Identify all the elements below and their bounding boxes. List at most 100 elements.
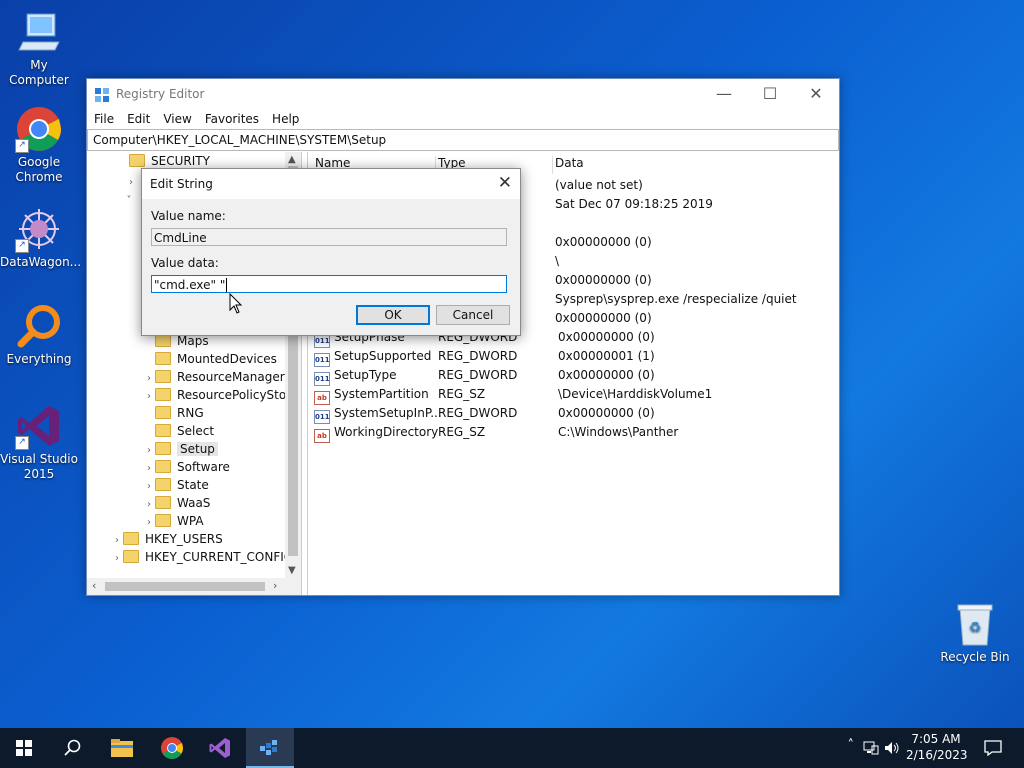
shortcut-arrow-icon: ↗ <box>15 436 29 450</box>
desktop-icon-label: DataWagon... <box>0 255 82 269</box>
value-row[interactable]: 011 SetupType REG_DWORD 0x00000000 (0) <box>314 366 655 386</box>
taskbar-visual-studio[interactable] <box>196 728 244 768</box>
folder-icon <box>123 550 139 563</box>
search-icon <box>64 739 81 756</box>
desktop-icon-recycle-bin[interactable]: ♻ Recycle Bin <box>936 600 1014 665</box>
desktop-icon-everything[interactable]: Everything <box>0 302 78 367</box>
taskbar-chrome[interactable] <box>148 728 196 768</box>
tree-item[interactable]: Select <box>143 422 214 440</box>
tree-item[interactable]: RNG <box>143 404 204 422</box>
maximize-icon: ☐ <box>762 84 778 103</box>
dialog-title-bar[interactable]: Edit String ✕ <box>142 169 520 199</box>
value-name-field: CmdLine <box>151 228 507 246</box>
dword-value-icon: 011 <box>314 334 330 348</box>
tree-item[interactable]: › HKEY_USERS <box>111 530 223 548</box>
network-icon[interactable] <box>863 741 879 755</box>
value-data[interactable]: Sysprep\sysprep.exe /respecialize /quiet <box>555 290 797 309</box>
tree-item[interactable]: › WPA <box>143 512 204 530</box>
close-icon: ✕ <box>809 84 823 103</box>
chrome-icon <box>161 737 183 759</box>
tree-item[interactable]: › WaaS <box>143 494 210 512</box>
tree-collapse-arrow[interactable]: ˅ <box>123 190 135 208</box>
ok-button[interactable]: OK <box>356 305 430 325</box>
value-row[interactable]: ab WorkingDirectoryREG_SZ C:\Windows\Panth… <box>314 423 678 443</box>
recycle-bin-icon: ♻ <box>951 600 999 648</box>
minimize-icon: — <box>716 84 732 103</box>
folder-icon <box>155 370 171 383</box>
scroll-right-icon[interactable]: › <box>273 579 277 592</box>
string-value-icon: ab <box>314 391 330 405</box>
volume-icon[interactable] <box>884 741 900 755</box>
title-bar[interactable]: Registry Editor — ☐ ✕ <box>87 79 839 109</box>
start-button[interactable] <box>0 728 48 768</box>
tree-item[interactable]: › ResourcePolicyStore <box>143 386 298 404</box>
shortcut-arrow-icon: ↗ <box>15 239 29 253</box>
column-header-data[interactable]: Data <box>552 156 584 174</box>
value-row[interactable]: 011 SystemSetupInP...REG_DWORD 0x00000000 … <box>314 404 655 424</box>
clock-date: 2/16/2023 <box>906 748 968 762</box>
value-data[interactable]: 0x00000000 (0) <box>555 271 652 290</box>
tree-horizontal-scrollbar[interactable]: ‹ › <box>87 578 301 595</box>
desktop-icon-google-chrome[interactable]: ↗ Google Chrome <box>0 105 78 185</box>
folder-icon <box>155 496 171 509</box>
tree-item[interactable]: MountedDevices <box>143 350 277 368</box>
scroll-down-icon[interactable]: ▼ <box>288 565 296 576</box>
scroll-left-icon[interactable]: ‹ <box>92 579 96 592</box>
registry-editor-window: Registry Editor — ☐ ✕ File Edit View Favori… <box>86 78 840 596</box>
folder-icon <box>111 739 133 757</box>
minimize-button[interactable]: — <box>701 79 747 109</box>
chevron-down-icon: ˅ <box>126 195 132 206</box>
value-data[interactable]: 0x00000000 (0) <box>555 309 652 328</box>
notification-icon[interactable] <box>984 740 1002 756</box>
visual-studio-icon: ↗ <box>15 402 63 450</box>
scrollbar-thumb[interactable] <box>105 582 265 591</box>
maximize-button[interactable]: ☐ <box>747 79 793 109</box>
tree-item[interactable]: › ResourceManager <box>143 368 285 386</box>
search-button[interactable] <box>48 728 96 768</box>
menu-help[interactable]: Help <box>265 109 305 126</box>
close-button[interactable]: ✕ <box>793 79 839 109</box>
menu-favorites[interactable]: Favorites <box>198 109 265 126</box>
folder-icon <box>155 514 171 527</box>
clock[interactable]: 7:05 AM 2/16/2023 <box>906 732 968 762</box>
mouse-pointer-icon <box>229 293 243 314</box>
tree-item[interactable]: › Software <box>143 458 230 476</box>
computer-icon <box>15 8 63 56</box>
value-name-label: Value name: <box>151 209 226 223</box>
dword-value-icon: 011 <box>314 372 330 386</box>
cancel-button[interactable]: Cancel <box>436 305 510 325</box>
tree-item[interactable]: › State <box>143 476 209 494</box>
menu-edit[interactable]: Edit <box>120 109 156 126</box>
chevron-up-icon[interactable]: ˄ <box>848 738 855 753</box>
value-data-input[interactable]: "cmd.exe" " <box>151 275 507 293</box>
menu-view[interactable]: View <box>156 109 197 126</box>
folder-icon <box>155 442 171 455</box>
desktop-icon-label: Everything <box>6 352 72 366</box>
scroll-up-icon[interactable]: ▲ <box>288 154 296 165</box>
value-data[interactable]: (value not set) <box>555 176 643 195</box>
edit-string-dialog: Edit String ✕ Value name: CmdLine Value … <box>141 168 521 336</box>
tree-expand-arrow[interactable]: › <box>125 172 137 190</box>
datawagon-icon: ↗ <box>15 205 63 253</box>
window-title: Registry Editor <box>116 87 205 101</box>
value-row[interactable]: 011 SetupSupported REG_DWORD 0x00000001 (1) <box>314 347 655 367</box>
address-bar[interactable]: Computer\HKEY_LOCAL_MACHINE\SYSTEM\Setup <box>87 129 839 151</box>
value-data[interactable]: \ <box>555 252 559 271</box>
value-row[interactable]: ab SystemPartition REG_SZ \Device\HarddiskV… <box>314 385 712 405</box>
taskbar-registry-editor[interactable] <box>246 728 294 768</box>
shortcut-arrow-icon: ↗ <box>15 139 29 153</box>
desktop-icon-my-computer[interactable]: My Computer <box>0 8 78 88</box>
dialog-close-button[interactable]: ✕ <box>498 173 512 193</box>
desktop-icon-datawagon[interactable]: ↗ DataWagon... <box>0 205 82 270</box>
desktop-icon-visual-studio[interactable]: ↗ Visual Studio 2015 <box>0 402 78 482</box>
taskbar-file-explorer[interactable] <box>98 728 146 768</box>
value-data[interactable]: 0x00000000 (0) <box>555 233 652 252</box>
tree-item[interactable]: › HKEY_CURRENT_CONFIG <box>111 548 293 566</box>
folder-icon <box>155 478 171 491</box>
folder-icon <box>155 352 171 365</box>
tree-item-selected[interactable]: › Setup <box>143 440 218 458</box>
svg-text:♻: ♻ <box>969 620 982 636</box>
menu-file[interactable]: File <box>87 109 120 126</box>
value-data[interactable]: Sat Dec 07 09:18:25 2019 <box>555 195 713 214</box>
everything-icon <box>15 302 63 350</box>
